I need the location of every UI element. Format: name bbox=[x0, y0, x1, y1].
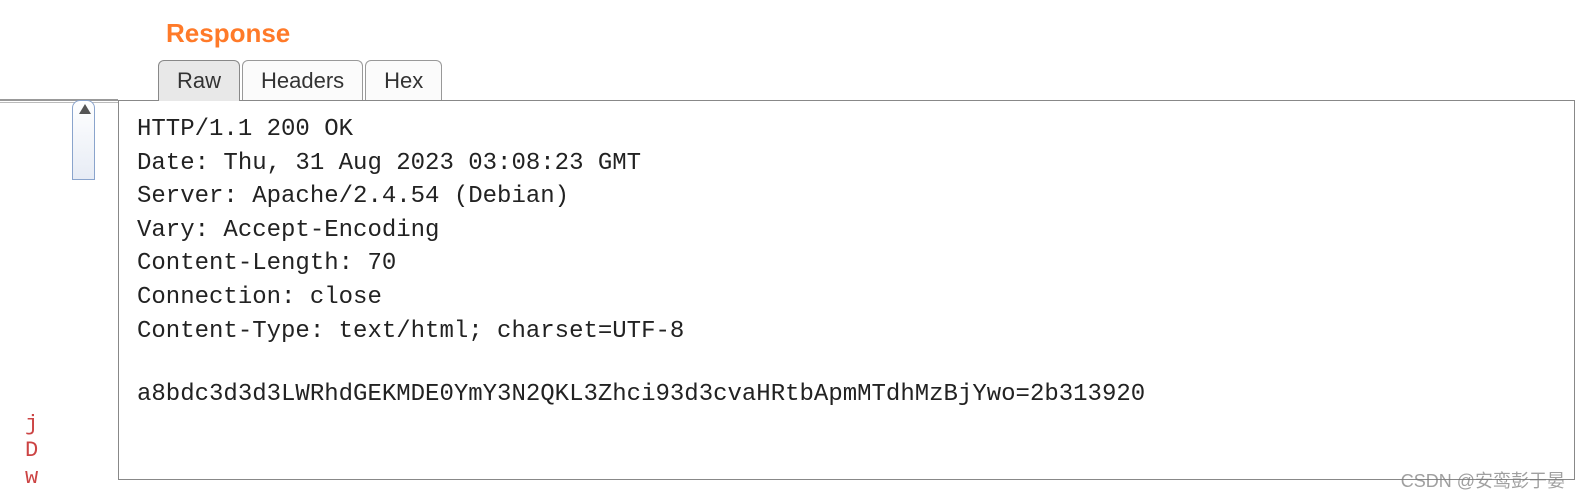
header-connection: Connection: close bbox=[137, 284, 382, 311]
watermark: CSDN @安鸾彭于晏 bbox=[1401, 467, 1565, 493]
tab-raw[interactable]: Raw bbox=[158, 60, 240, 101]
left-gutter: j D w bbox=[0, 0, 95, 501]
response-panel: Response Raw Headers Hex HTTP/1.1 200 OK… bbox=[118, 0, 1583, 501]
tab-hex[interactable]: Hex bbox=[365, 60, 442, 101]
frag-line-1: j bbox=[25, 412, 38, 438]
response-headers-block: HTTP/1.1 200 OK Date: Thu, 31 Aug 2023 0… bbox=[137, 113, 1574, 348]
arrow-up-icon[interactable] bbox=[79, 104, 91, 114]
status-line: HTTP/1.1 200 OK bbox=[137, 116, 353, 143]
header-content-type: Content-Type: text/html; charset=UTF-8 bbox=[137, 318, 684, 345]
frag-line-2: D bbox=[25, 438, 38, 464]
response-content[interactable]: HTTP/1.1 200 OK Date: Thu, 31 Aug 2023 0… bbox=[118, 100, 1575, 480]
response-body: a8bdc3d3d3LWRhdGEKMDE0YmY3N2QKL3Zhci93d3… bbox=[137, 378, 1574, 412]
header-content-length: Content-Length: 70 bbox=[137, 250, 396, 277]
frag-line-3: w bbox=[25, 465, 38, 491]
header-date: Date: Thu, 31 Aug 2023 03:08:23 GMT bbox=[137, 150, 641, 177]
header-server: Server: Apache/2.4.54 (Debian) bbox=[137, 183, 569, 210]
tab-bar: Raw Headers Hex bbox=[158, 59, 1583, 101]
left-code-fragment: j D w bbox=[25, 412, 38, 491]
panel-title: Response bbox=[166, 18, 1583, 49]
header-vary: Vary: Accept-Encoding bbox=[137, 217, 439, 244]
tab-headers[interactable]: Headers bbox=[242, 60, 363, 101]
